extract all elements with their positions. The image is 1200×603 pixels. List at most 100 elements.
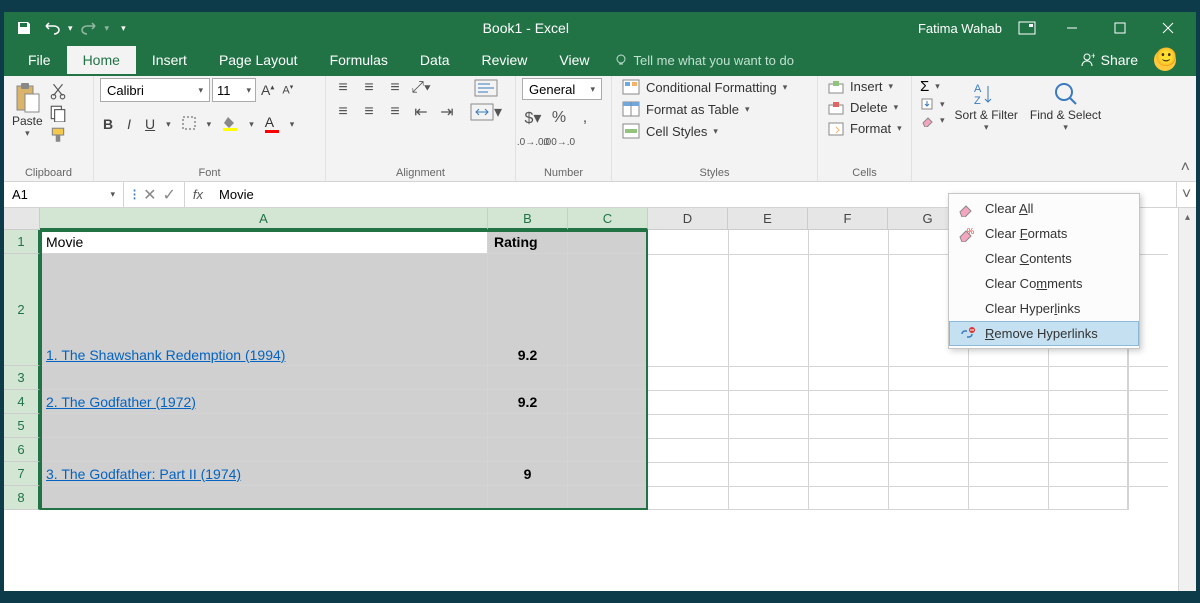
redo-dropdown-icon[interactable]: ▾ [105, 23, 110, 34]
clear-contents-item[interactable]: Clear Contents [949, 246, 1139, 271]
cell-a8[interactable] [40, 486, 488, 510]
ribbon-display-icon[interactable] [1018, 21, 1036, 35]
cell-a4[interactable]: 2. The Godfather (1972) [40, 390, 488, 414]
sort-filter-button[interactable]: AZ Sort & Filter▾ [951, 78, 1022, 135]
delete-cells-button[interactable]: Delete ▾ [824, 99, 906, 116]
qat-customize-icon[interactable]: ▾ [121, 23, 126, 34]
italic-button[interactable]: I [124, 114, 134, 134]
cell-c8[interactable] [568, 486, 648, 510]
increase-decimal-icon[interactable]: .0→.00 [522, 132, 544, 152]
user-name[interactable]: Fatima Wahab [918, 21, 1002, 36]
minimize-button[interactable] [1052, 14, 1092, 42]
cell-styles-button[interactable]: Cell Styles ▾ [618, 122, 791, 140]
column-header-a[interactable]: A [40, 208, 488, 230]
increase-indent-icon[interactable]: ⇥ [436, 102, 458, 122]
align-top-icon[interactable]: ≡ [332, 78, 354, 98]
cancel-formula-icon[interactable]: ✕ [143, 185, 156, 205]
cell-c2[interactable] [568, 254, 648, 366]
insert-cells-button[interactable]: Insert ▾ [824, 78, 906, 95]
tab-data[interactable]: Data [404, 46, 466, 74]
name-box[interactable]: A1▾ [4, 182, 124, 207]
copy-icon[interactable] [49, 104, 67, 122]
undo-icon[interactable] [40, 16, 64, 40]
underline-button[interactable]: U [142, 114, 158, 134]
row-header-4[interactable]: 4 [4, 390, 40, 414]
row-header-8[interactable]: 8 [4, 486, 40, 510]
column-header-e[interactable]: E [728, 208, 808, 230]
clear-hyperlinks-item[interactable]: Clear Hyperlinks [949, 296, 1139, 321]
align-right-icon[interactable]: ≡ [384, 102, 406, 122]
enter-formula-icon[interactable]: ✓ [163, 185, 176, 205]
tell-me-search[interactable]: Tell me what you want to do [614, 53, 794, 68]
format-painter-icon[interactable] [49, 126, 67, 144]
autosum-button[interactable]: Σ ▾ [918, 78, 947, 95]
insert-function-dropdown-icon[interactable]: ⁝ [132, 185, 137, 205]
cell-c1[interactable] [568, 230, 648, 254]
close-button[interactable] [1148, 14, 1188, 42]
row-header-3[interactable]: 3 [4, 366, 40, 390]
tab-view[interactable]: View [543, 46, 605, 74]
cell-b7[interactable]: 9 [488, 462, 568, 486]
percent-icon[interactable]: % [548, 108, 570, 128]
maximize-button[interactable] [1100, 14, 1140, 42]
currency-icon[interactable]: $▾ [522, 108, 544, 128]
cell-c7[interactable] [568, 462, 648, 486]
cell-a1[interactable]: Movie [40, 230, 488, 254]
column-header-c[interactable]: C [568, 208, 648, 230]
row-header-7[interactable]: 7 [4, 462, 40, 486]
column-header-d[interactable]: D [648, 208, 728, 230]
tab-home[interactable]: Home [67, 46, 136, 74]
clear-all-item[interactable]: Clear All [949, 196, 1139, 221]
bold-button[interactable]: B [100, 114, 116, 134]
cell-b6[interactable] [488, 438, 568, 462]
decrease-indent-icon[interactable]: ⇤ [410, 102, 432, 122]
fill-color-button[interactable] [219, 113, 241, 136]
undo-dropdown-icon[interactable]: ▾ [68, 23, 73, 34]
fx-icon[interactable]: fx [185, 187, 211, 202]
cell-a3[interactable] [40, 366, 488, 390]
column-header-b[interactable]: B [488, 208, 568, 230]
expand-formula-bar-icon[interactable]: ˅ [1176, 182, 1196, 207]
cell-b8[interactable] [488, 486, 568, 510]
cell-c5[interactable] [568, 414, 648, 438]
paste-button[interactable]: Paste ▾ [10, 78, 45, 143]
save-icon[interactable] [12, 16, 36, 40]
cell-c6[interactable] [568, 438, 648, 462]
format-cells-button[interactable]: Format ▾ [824, 120, 906, 137]
font-name-combo[interactable]: Calibri▾ [100, 78, 210, 102]
feedback-smiley-icon[interactable] [1154, 49, 1176, 71]
scroll-up-icon[interactable]: ▴ [1179, 208, 1196, 226]
collapse-ribbon-icon[interactable]: ˄ [1181, 159, 1190, 177]
cell-b2[interactable]: 9.2 [488, 254, 568, 366]
cell-a2[interactable]: 1. The Shawshank Redemption (1994) [40, 254, 488, 366]
tab-insert[interactable]: Insert [136, 46, 203, 74]
cell-b1[interactable]: Rating [488, 230, 568, 254]
align-left-icon[interactable]: ≡ [332, 102, 354, 122]
redo-icon[interactable] [77, 16, 101, 40]
cell-a7[interactable]: 3. The Godfather: Part II (1974) [40, 462, 488, 486]
share-button[interactable]: + Share [1079, 52, 1138, 68]
increase-font-icon[interactable]: A▴ [258, 80, 277, 100]
cell-a6[interactable] [40, 438, 488, 462]
cell-c3[interactable] [568, 366, 648, 390]
cell-b4[interactable]: 9.2 [488, 390, 568, 414]
borders-button[interactable] [179, 114, 199, 135]
vertical-scrollbar[interactable]: ▴ [1178, 208, 1196, 591]
font-size-combo[interactable]: 11▾ [212, 78, 256, 102]
cut-icon[interactable] [49, 82, 67, 100]
decrease-decimal-icon[interactable]: .00→.0 [548, 132, 570, 152]
row-header-1[interactable]: 1 [4, 230, 40, 254]
clear-comments-item[interactable]: Clear Comments [949, 271, 1139, 296]
align-middle-icon[interactable]: ≡ [358, 78, 380, 98]
cell-a5[interactable] [40, 414, 488, 438]
align-center-icon[interactable]: ≡ [358, 102, 380, 122]
wrap-text-button[interactable] [468, 78, 504, 98]
fill-button[interactable]: ▾ [918, 97, 947, 111]
format-as-table-button[interactable]: Format as Table ▾ [618, 100, 791, 118]
align-bottom-icon[interactable]: ≡ [384, 78, 406, 98]
tab-review[interactable]: Review [466, 46, 544, 74]
cell-c4[interactable] [568, 390, 648, 414]
number-format-combo[interactable]: General▾ [522, 78, 602, 100]
cell-b5[interactable] [488, 414, 568, 438]
column-header-f[interactable]: F [808, 208, 888, 230]
